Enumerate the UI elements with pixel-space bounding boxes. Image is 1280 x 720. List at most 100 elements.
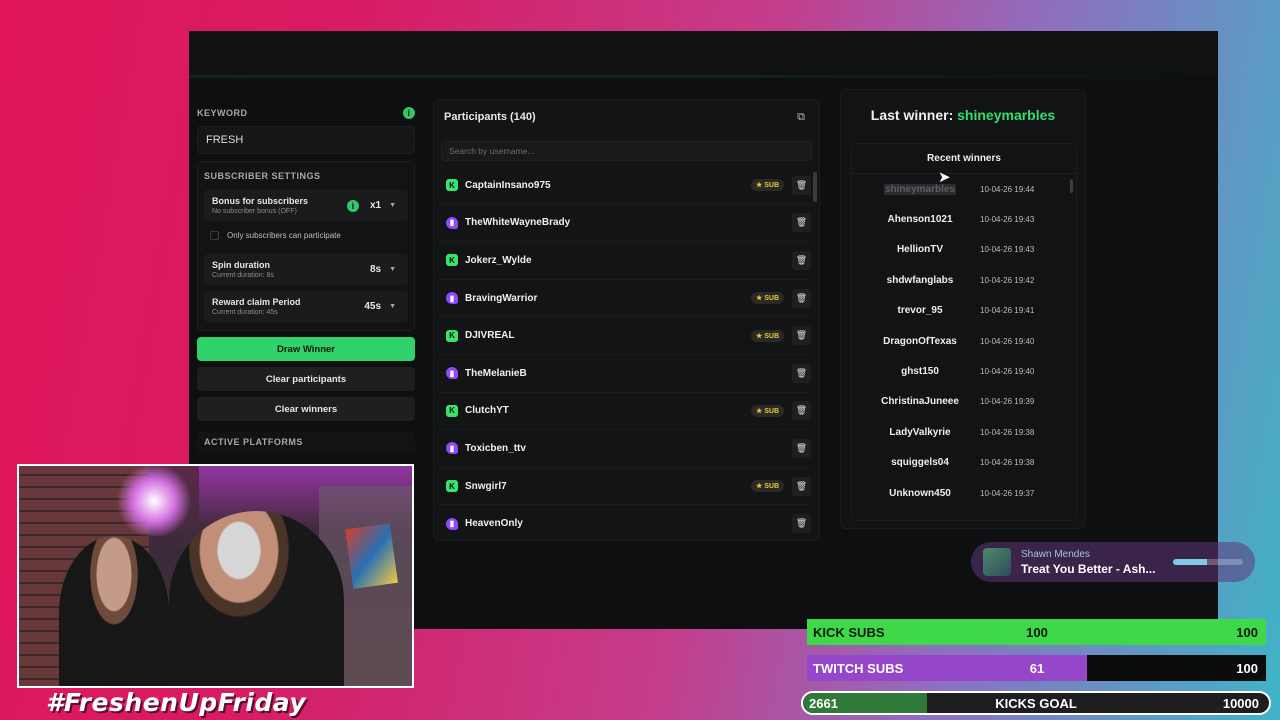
twitch-logo-icon: ▮ bbox=[446, 292, 458, 305]
star-icon: ★ bbox=[755, 407, 765, 415]
trash-icon[interactable]: 🗑 bbox=[792, 476, 811, 496]
participants-scrollbar[interactable] bbox=[813, 172, 817, 202]
winner-row[interactable]: ghst150 10-04-26 19:40 bbox=[852, 356, 1076, 386]
winner-name-text: shdwfanglabs bbox=[886, 274, 954, 286]
winner-time: 10-04-26 19:41 bbox=[980, 306, 1035, 316]
participant-row[interactable]: K Jokerz_Wylde 🗑 bbox=[439, 242, 811, 280]
trash-icon[interactable]: 🗑 bbox=[792, 438, 811, 458]
recent-winners-title: Recent winners bbox=[852, 144, 1076, 174]
bonus-info-icon[interactable]: i bbox=[346, 199, 359, 212]
last-winner-prefix: Last winner: bbox=[870, 107, 954, 123]
participant-row[interactable]: K DJIVREAL ★ SUB 🗑 bbox=[439, 317, 811, 355]
reward-period-value: 45s bbox=[364, 301, 382, 312]
participant-name: Snwgirl7 bbox=[465, 480, 507, 492]
participant-row[interactable]: K ClutchYT ★ SUB 🗑 bbox=[439, 393, 811, 431]
winner-name: Ahenson1021 bbox=[860, 214, 980, 225]
now-playing-progress bbox=[1173, 559, 1243, 565]
winner-name: LadyValkyrie bbox=[860, 427, 980, 438]
sub-badge: ★ SUB bbox=[750, 404, 784, 417]
trash-icon[interactable]: 🗑 bbox=[792, 514, 811, 534]
only-subs-row[interactable]: Only subscribers can participate bbox=[204, 221, 408, 250]
bonus-title: Bonus for subscribers bbox=[212, 196, 309, 206]
trash-icon[interactable]: 🗑 bbox=[792, 326, 811, 346]
subscriber-settings-title: SUBSCRIBER SETTINGS bbox=[204, 171, 321, 181]
participant-row[interactable]: ▮ BravingWarrior ★ SUB 🗑 bbox=[439, 280, 811, 318]
winner-row[interactable]: squiggels04 10-04-26 19:38 bbox=[852, 448, 1076, 478]
participant-row[interactable]: ▮ TheMelanieB 🗑 bbox=[439, 355, 811, 393]
trash-icon[interactable]: 🗑 bbox=[792, 363, 811, 383]
winner-time: 10-04-26 19:40 bbox=[980, 336, 1035, 346]
now-playing-progress-fill bbox=[1173, 559, 1207, 565]
keyword-input[interactable]: FRESH bbox=[197, 126, 415, 154]
mouse-cursor-icon: ➤ bbox=[938, 169, 951, 186]
recent-winners-box: Recent winners shineymarbles 10-04-26 19:… bbox=[851, 143, 1077, 521]
winner-row[interactable]: Ahenson1021 10-04-26 19:43 bbox=[852, 204, 1076, 234]
winner-time: 10-04-26 19:44 bbox=[980, 184, 1035, 194]
bonus-subtitle: No subscriber bonus (OFF) bbox=[212, 208, 297, 215]
clear-participants-button[interactable]: Clear participants bbox=[197, 367, 415, 391]
twitch-logo-icon: ▮ bbox=[446, 517, 458, 530]
winner-row[interactable]: shdwfanglabs 10-04-26 19:42 bbox=[852, 265, 1076, 295]
trash-icon[interactable]: 🗑 bbox=[792, 250, 811, 270]
bonus-row: Bonus for subscribers No subscriber bonu… bbox=[204, 190, 408, 221]
twitch-logo-icon: ▮ bbox=[446, 216, 458, 229]
streamer-right bbox=[169, 511, 344, 686]
participant-row[interactable]: K CaptainInsano975 ★ SUB 🗑 bbox=[439, 167, 811, 205]
webcam-feed bbox=[17, 464, 414, 688]
participant-row[interactable]: ▮ Toxicben_ttv 🗑 bbox=[439, 430, 811, 468]
kick-subs-goal-value: 100 bbox=[1236, 624, 1258, 640]
participant-row[interactable]: ▮ HeavenOnly 🗑 bbox=[439, 505, 811, 540]
spin-duration-title: Spin duration bbox=[212, 260, 270, 270]
participant-row[interactable]: K Snwgirl7 ★ SUB 🗑 bbox=[439, 468, 811, 506]
participants-panel: Participants (140) ⧉ Search by username.… bbox=[433, 99, 820, 541]
chevron-down-icon: ▼ bbox=[389, 266, 396, 273]
spin-duration-select[interactable]: 8s ▼ bbox=[366, 264, 400, 275]
winner-name-text: Ahenson1021 bbox=[887, 214, 953, 226]
winner-time: 10-04-26 19:39 bbox=[980, 397, 1035, 407]
winner-row[interactable]: Unknown450 10-04-26 19:37 bbox=[852, 478, 1076, 508]
now-playing-track: Treat You Better - Ash... bbox=[1021, 561, 1156, 576]
kick-logo-icon: K bbox=[446, 404, 458, 417]
kick-logo-icon: K bbox=[446, 179, 458, 192]
winner-name: DragonOfTexas bbox=[860, 336, 980, 347]
trash-icon[interactable]: 🗑 bbox=[792, 401, 811, 421]
reward-period-row: Reward claim Period Current duration: 45… bbox=[204, 291, 408, 322]
winner-name-text: Unknown450 bbox=[889, 487, 951, 499]
trash-icon[interactable]: 🗑 bbox=[792, 213, 811, 233]
star-icon: ★ bbox=[755, 332, 765, 340]
winner-name-text: DragonOfTexas bbox=[883, 335, 957, 347]
winner-name: shineymarbles bbox=[860, 183, 980, 195]
winner-row[interactable]: trevor_95 10-04-26 19:41 bbox=[852, 296, 1076, 326]
participant-name: BravingWarrior bbox=[465, 292, 538, 304]
participants-header: Participants (140) ⧉ bbox=[434, 100, 819, 134]
sub-badge: ★ SUB bbox=[750, 179, 784, 192]
participant-list: K CaptainInsano975 ★ SUB 🗑 ▮ TheWhiteWayneBra… bbox=[434, 167, 819, 540]
info-icon[interactable]: i bbox=[403, 107, 415, 119]
only-subs-checkbox[interactable] bbox=[210, 231, 219, 240]
copy-icon[interactable]: ⧉ bbox=[793, 109, 809, 125]
participant-search-input[interactable]: Search by username... bbox=[441, 141, 812, 161]
winner-time: 10-04-26 19:43 bbox=[980, 245, 1035, 255]
draw-winner-button[interactable]: Draw Winner bbox=[197, 337, 415, 361]
spin-duration-value: 8s bbox=[369, 264, 382, 275]
trash-icon[interactable]: 🗑 bbox=[792, 288, 811, 308]
participant-name: TheMelanieB bbox=[465, 367, 527, 379]
participants-title: Participants (140) bbox=[444, 111, 536, 123]
winner-row[interactable]: ChristinaJuneee 10-04-26 19:39 bbox=[852, 387, 1076, 417]
trash-icon[interactable]: 🗑 bbox=[792, 175, 811, 195]
clear-winners-button[interactable]: Clear winners bbox=[197, 397, 415, 421]
winner-row[interactable]: DragonOfTexas 10-04-26 19:40 bbox=[852, 326, 1076, 356]
reward-period-select[interactable]: 45s ▼ bbox=[360, 301, 400, 312]
bonus-multiplier-select[interactable]: x1 ▼ bbox=[366, 200, 400, 211]
kick-logo-icon: K bbox=[446, 329, 458, 342]
twitch-subs-label: TWITCH SUBS bbox=[813, 660, 904, 676]
participant-row[interactable]: ▮ TheWhiteWayneBrady 🗑 bbox=[439, 205, 811, 243]
winner-name: ChristinaJuneee bbox=[860, 396, 980, 407]
winner-row[interactable]: HellionTV 10-04-26 19:43 bbox=[852, 235, 1076, 265]
winner-name: trevor_95 bbox=[860, 305, 980, 316]
winner-row[interactable]: shineymarbles 10-04-26 19:44 bbox=[852, 174, 1076, 204]
active-platforms-header[interactable]: ACTIVE PLATFORMS bbox=[197, 431, 415, 453]
winners-scrollbar[interactable] bbox=[1070, 179, 1073, 193]
kicks-goal: 2661 KICKS GOAL 10000 bbox=[801, 691, 1271, 715]
winner-row[interactable]: LadyValkyrie 10-04-26 19:38 bbox=[852, 417, 1076, 447]
